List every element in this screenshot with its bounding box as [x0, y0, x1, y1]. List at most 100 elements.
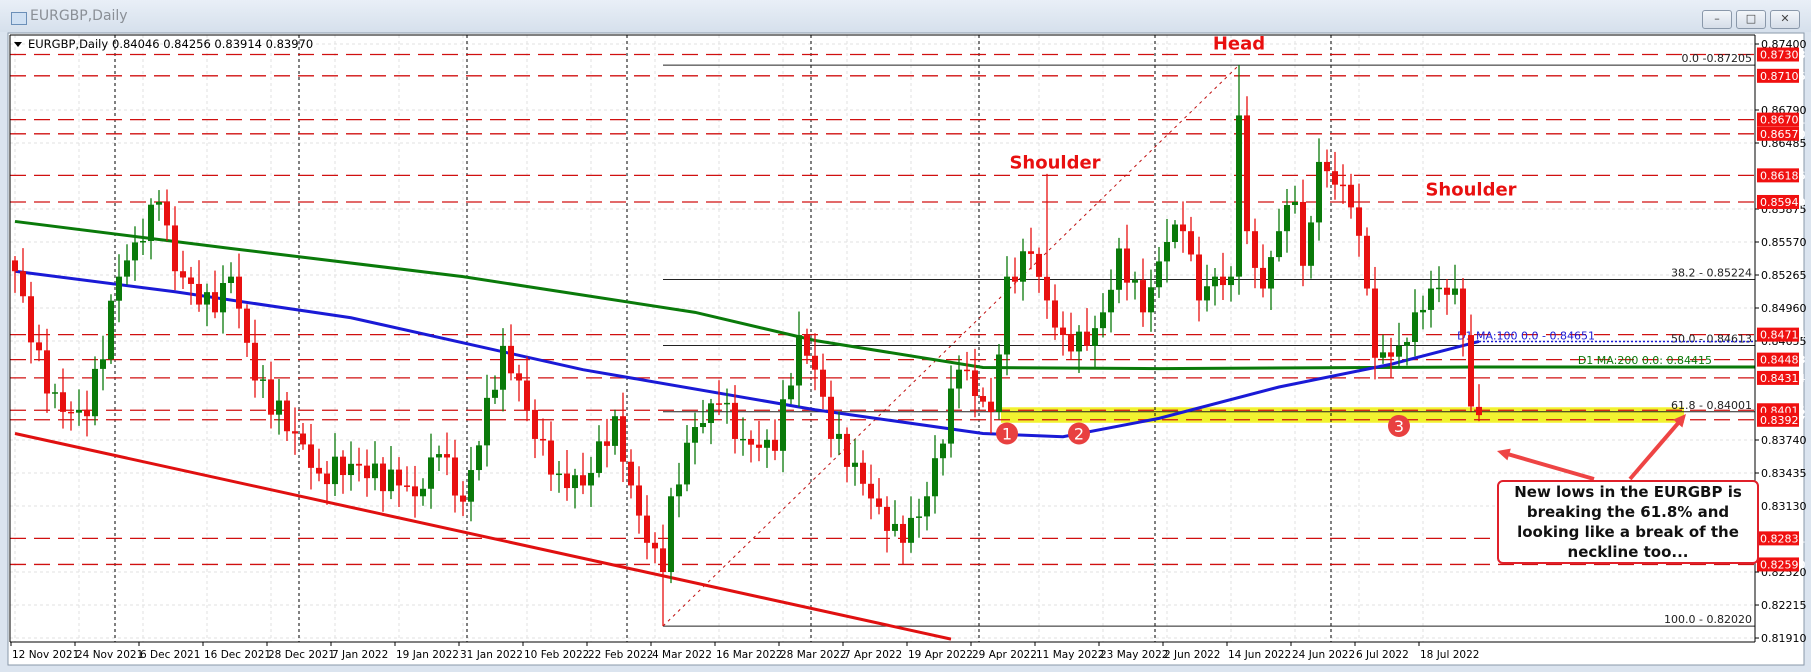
- time-tick-label: 7 Apr 2022: [844, 649, 902, 661]
- candle-body: [1036, 253, 1042, 277]
- candle-body: [340, 456, 346, 476]
- candle-body: [268, 379, 274, 415]
- candle-body: [1260, 267, 1266, 289]
- price-level-badge-label: 0.82590: [1760, 558, 1806, 571]
- candle-body: [628, 461, 634, 486]
- pattern-low-marker-number: 1: [1002, 425, 1012, 444]
- candle-body: [1324, 161, 1330, 172]
- price-level-badge-label: 0.86186: [1760, 169, 1806, 182]
- candle-body: [620, 416, 626, 462]
- candle-body: [1196, 254, 1202, 301]
- time-tick-label: 24 Nov 2021: [76, 649, 143, 661]
- candle-body: [1060, 327, 1066, 336]
- candle-body: [660, 548, 666, 573]
- candle-body: [828, 396, 834, 439]
- candle-body: [644, 515, 650, 543]
- candle-body: [1084, 331, 1090, 346]
- candle-body: [164, 201, 170, 226]
- candle-body: [636, 485, 642, 516]
- candle-body: [196, 283, 202, 305]
- price-tick-label: 0.84960: [1761, 302, 1807, 315]
- candle-body: [852, 462, 858, 467]
- time-tick-label: 10 Feb 2022: [524, 649, 589, 661]
- time-tick-label: 16 Dec 2021: [204, 649, 271, 661]
- candle-body: [172, 225, 178, 272]
- candle-body: [1284, 205, 1290, 232]
- pattern-annotation-shoulder: Shoulder: [1425, 179, 1516, 200]
- candle-body: [108, 300, 114, 360]
- candle: [1364, 227, 1370, 296]
- candle-body: [1164, 242, 1170, 262]
- candle-body: [956, 369, 962, 389]
- candle-body: [756, 444, 762, 448]
- candle-body: [676, 484, 682, 497]
- candle-body: [1068, 335, 1074, 352]
- candle-body: [388, 469, 394, 492]
- candle-body: [916, 516, 922, 518]
- candle-body: [596, 441, 602, 473]
- candle-body: [1276, 231, 1282, 258]
- price-level-badge-label: 0.84483: [1760, 354, 1806, 367]
- chart-symbol-label: EURGBP,Daily: [28, 37, 108, 51]
- candle-body: [748, 438, 754, 445]
- candle-body: [1116, 248, 1122, 290]
- candle-body: [532, 409, 538, 439]
- time-tick-label: 29 Apr 2022: [972, 649, 1037, 661]
- time-tick-label: 12 Nov 2021: [12, 649, 79, 661]
- candle-body: [276, 400, 282, 415]
- price-level-badge-label: 0.85940: [1760, 196, 1806, 209]
- candle-body: [356, 463, 362, 466]
- candle-body: [60, 392, 66, 412]
- candle-body: [1316, 161, 1322, 223]
- candle-body: [68, 411, 74, 414]
- pattern-annotation-shoulder: Shoulder: [1009, 152, 1100, 173]
- candle-body: [1188, 231, 1194, 255]
- candle-body: [732, 402, 738, 439]
- candle-body: [372, 463, 378, 479]
- candle-body: [740, 438, 746, 441]
- candle-body: [1108, 289, 1114, 313]
- price-chart[interactable]: 0.0 -0.87205 38.2 - 0.85224 50.0 - 0.84613…: [0, 0, 1811, 672]
- candle-body: [892, 523, 898, 531]
- candle-body: [1420, 309, 1426, 313]
- time-tick-label: 28 Mar 2022: [780, 649, 847, 661]
- callout-box: New lows in the EURGBP is breaking the 6…: [1497, 480, 1759, 564]
- candle-body: [1476, 406, 1482, 416]
- price-level-badge-label: 0.87303: [1760, 48, 1806, 61]
- candle-body: [764, 439, 770, 448]
- candle-body: [460, 495, 466, 502]
- candle-body: [588, 472, 594, 486]
- candle-body: [692, 427, 698, 443]
- candle-body: [788, 385, 794, 400]
- fibonacci-level-label: 38.2 - 0.85224: [1671, 266, 1752, 279]
- candle-body: [244, 308, 250, 343]
- ma100-label: D1 MA:100 0.0 - 0.84651: [1457, 329, 1595, 342]
- candle-body: [836, 433, 842, 439]
- candle-body: [1092, 328, 1098, 346]
- candle-body: [1404, 341, 1410, 346]
- time-tick-label: 2 Jun 2022: [1164, 649, 1220, 661]
- candle-body: [996, 354, 1002, 412]
- candle-body: [468, 470, 474, 502]
- candle-body: [948, 388, 954, 444]
- candle-body: [1132, 280, 1138, 283]
- time-tick-label: 23 May 2022: [1100, 649, 1168, 661]
- price-level-badge-label: 0.83927: [1760, 414, 1806, 427]
- pattern-low-marker-number: 2: [1074, 425, 1084, 444]
- candle-body: [1388, 352, 1394, 357]
- candle-body: [44, 350, 50, 394]
- candle-body: [708, 403, 714, 424]
- candle-body: [180, 271, 186, 278]
- candle-body: [116, 276, 122, 301]
- candle-body: [772, 439, 778, 451]
- candle: [108, 294, 114, 364]
- candle-body: [1444, 287, 1450, 295]
- candle-body: [348, 463, 354, 476]
- time-tick-label: 7 Jan 2022: [332, 649, 388, 661]
- candle-body: [420, 488, 426, 497]
- candle-body: [1020, 251, 1026, 282]
- candle-body: [1460, 288, 1466, 336]
- candle-body: [820, 369, 826, 397]
- candle-body: [20, 271, 26, 297]
- price-tick-label: 0.81910: [1761, 632, 1807, 645]
